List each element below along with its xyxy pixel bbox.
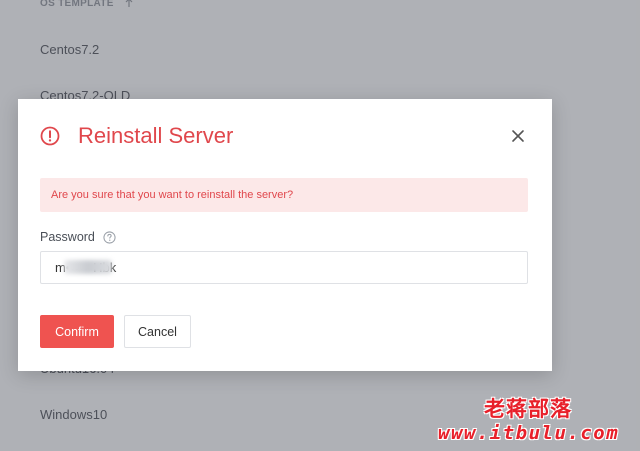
password-label: Password xyxy=(40,230,95,244)
dialog-header: Reinstall Server xyxy=(40,121,530,151)
confirm-button[interactable]: Confirm xyxy=(40,315,114,348)
watermark-name: 老蒋部落 xyxy=(484,397,572,421)
reinstall-server-dialog: Reinstall Server Are you sure that you w… xyxy=(18,99,552,371)
page: OS TEMPLATE Centos7.2 Centos7.2-OLD Ubun… xyxy=(0,0,640,451)
warning-alert-text: Are you sure that you want to reinstall … xyxy=(51,189,294,201)
alert-circle-icon xyxy=(40,126,60,146)
watermark-url: www.itbulu.com xyxy=(438,422,620,444)
dialog-title: Reinstall Server xyxy=(78,123,234,148)
cancel-button[interactable]: Cancel xyxy=(124,315,191,348)
redaction-blur xyxy=(64,260,112,274)
question-circle-icon[interactable] xyxy=(103,230,116,244)
warning-alert: Are you sure that you want to reinstall … xyxy=(40,178,528,212)
password-label-row: Password xyxy=(40,230,116,244)
password-input[interactable] xyxy=(40,251,528,284)
close-icon[interactable] xyxy=(510,128,526,144)
